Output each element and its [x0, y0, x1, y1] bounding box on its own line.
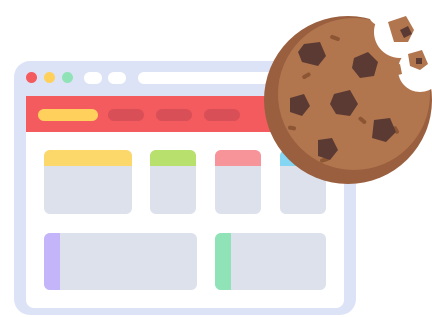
card-header-bar: [44, 150, 132, 166]
nav-item-active: [38, 109, 98, 121]
panel-side-bar: [44, 233, 60, 290]
window-minimize-dot: [44, 72, 55, 83]
address-bar-placeholder: [138, 72, 278, 84]
window-maximize-dot: [62, 72, 73, 83]
nav-item: [204, 109, 240, 121]
nav-item: [156, 109, 192, 121]
tab-placeholder-1: [84, 72, 102, 84]
content-card-yellow: [44, 150, 132, 214]
card-header-bar: [215, 150, 261, 166]
card-header-bar: [150, 150, 196, 166]
nav-item: [108, 109, 144, 121]
content-card-pink: [215, 150, 261, 214]
tab-placeholder-2: [108, 72, 126, 84]
content-card-green: [150, 150, 196, 214]
content-panel-purple: [44, 233, 197, 290]
cookie-icon: [264, 16, 432, 184]
content-panel-green: [215, 233, 326, 290]
window-close-dot: [26, 72, 37, 83]
panel-side-bar: [215, 233, 231, 290]
